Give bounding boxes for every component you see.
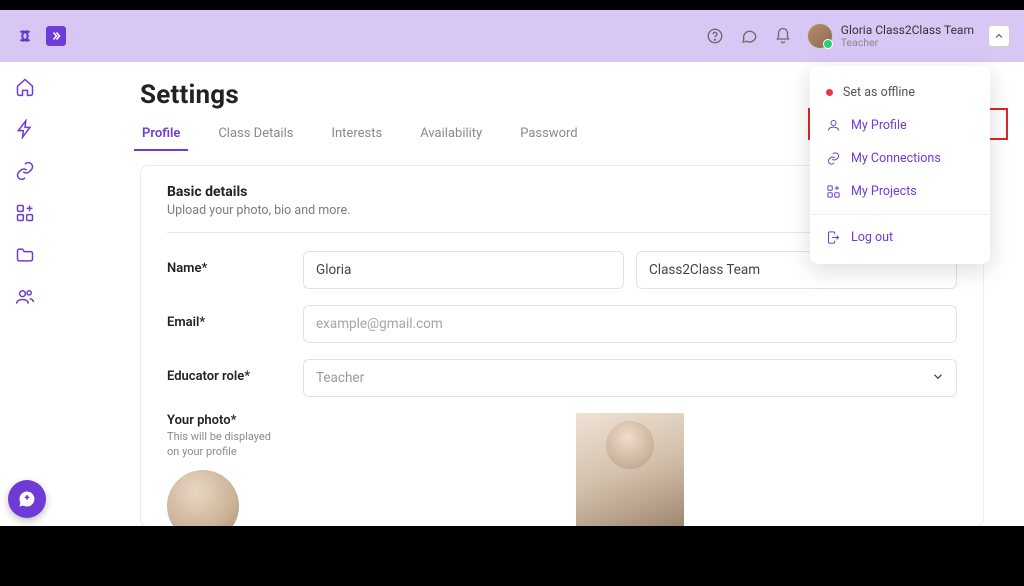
menu-set-offline[interactable]: Set as offline <box>810 76 990 109</box>
user-menu-toggle[interactable] <box>988 25 1010 47</box>
bolt-icon[interactable] <box>14 118 36 140</box>
home-icon[interactable] <box>14 76 36 98</box>
sidebar-expand-button[interactable] <box>46 26 66 46</box>
first-name-input[interactable] <box>303 251 624 289</box>
menu-logout[interactable]: Log out <box>810 221 990 254</box>
photo-label: Your photo* <box>167 413 285 428</box>
email-label: Email* <box>167 305 285 330</box>
avatar <box>807 23 833 49</box>
folder-icon[interactable] <box>14 244 36 266</box>
bell-icon[interactable] <box>773 26 793 46</box>
grid-plus-icon[interactable] <box>14 202 36 224</box>
user-role: Teacher <box>841 37 974 49</box>
menu-my-connections[interactable]: My Connections <box>810 142 990 175</box>
photo-thumbnail[interactable] <box>167 470 239 526</box>
status-dot-icon <box>826 89 833 96</box>
user-name: Gloria Class2Class Team <box>841 24 974 37</box>
photo-hint: This will be displayed on your profile <box>167 430 285 460</box>
email-input[interactable] <box>303 305 957 343</box>
name-label: Name* <box>167 251 285 276</box>
user-dropdown: Set as offline My Profile My Connections… <box>810 66 990 264</box>
top-bar: Gloria Class2Class Team Teacher <box>0 10 1024 62</box>
link-icon[interactable] <box>14 160 36 182</box>
user-block[interactable]: Gloria Class2Class Team Teacher <box>807 23 974 49</box>
tab-password[interactable]: Password <box>518 120 579 151</box>
tab-class-details[interactable]: Class Details <box>216 120 295 151</box>
role-label: Educator role* <box>167 359 285 384</box>
chat-icon[interactable] <box>739 26 759 46</box>
photo-preview <box>576 413 684 526</box>
menu-my-projects[interactable]: My Projects <box>810 175 990 208</box>
users-icon[interactable] <box>14 286 36 308</box>
left-rail <box>0 62 50 526</box>
tab-profile[interactable]: Profile <box>140 120 182 151</box>
tab-availability[interactable]: Availability <box>418 120 484 151</box>
tab-interests[interactable]: Interests <box>329 120 384 151</box>
role-select[interactable] <box>303 359 957 397</box>
brand-logo <box>14 25 36 47</box>
chat-fab[interactable] <box>8 480 46 518</box>
help-icon[interactable] <box>705 26 725 46</box>
menu-my-profile[interactable]: My Profile <box>810 109 990 142</box>
menu-separator <box>810 214 990 215</box>
